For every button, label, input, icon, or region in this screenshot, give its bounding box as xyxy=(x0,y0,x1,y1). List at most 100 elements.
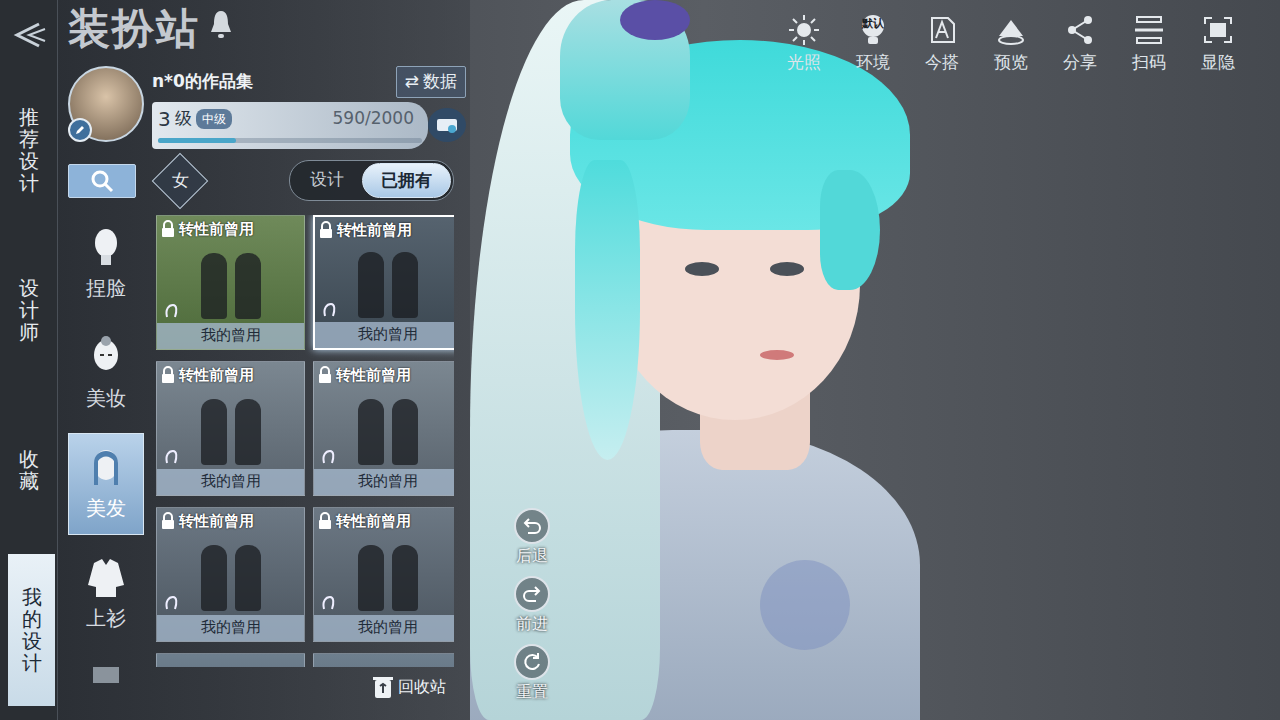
gender-filter[interactable]: 女 xyxy=(152,152,209,209)
search-button[interactable] xyxy=(68,164,136,198)
preview-icon[interactable] xyxy=(995,14,1027,46)
design-card[interactable] xyxy=(313,653,454,667)
category-item[interactable]: 美发 xyxy=(68,433,144,535)
redo-icon[interactable] xyxy=(514,576,550,612)
category-label[interactable]: 美发 xyxy=(86,493,126,523)
recycle-icon[interactable] xyxy=(372,675,394,699)
preview-figure xyxy=(392,252,418,318)
design-card[interactable]: 转性前曾用我的曾用 xyxy=(156,215,305,350)
card-preview xyxy=(315,243,454,322)
history-button[interactable]: 后退 xyxy=(514,508,550,568)
toolbar-button[interactable]: 光照 xyxy=(769,14,838,76)
nav-item[interactable]: 设计师 xyxy=(0,234,57,386)
category-item-peek[interactable] xyxy=(68,653,144,683)
toolbar-label[interactable]: 扫码 xyxy=(1132,50,1166,76)
toolbar-button[interactable]: 预览 xyxy=(976,14,1045,76)
history-label[interactable]: 前进 xyxy=(516,612,548,636)
environment-icon[interactable]: 默认 xyxy=(857,14,889,46)
category-item[interactable]: 美妆 xyxy=(68,323,144,425)
history-label[interactable]: 后退 xyxy=(516,544,548,568)
toolbar-label[interactable]: 显隐 xyxy=(1201,50,1235,76)
gender-label[interactable]: 女 xyxy=(172,168,189,194)
card-preview xyxy=(157,388,304,469)
back-icon[interactable] xyxy=(9,20,49,50)
preview-figure xyxy=(358,545,384,611)
bell-icon[interactable] xyxy=(208,8,234,40)
share-icon[interactable] xyxy=(1064,14,1096,46)
card-badge: 转性前曾用 xyxy=(314,508,454,535)
design-card[interactable] xyxy=(156,653,305,667)
outfit-icon[interactable] xyxy=(926,14,958,46)
toolbar-button[interactable]: 分享 xyxy=(1045,14,1114,76)
light-icon[interactable] xyxy=(788,14,820,46)
category-item[interactable]: 捏脸 xyxy=(68,213,144,315)
design-card[interactable]: 转性前曾用我的曾用 xyxy=(313,361,454,496)
swap-icon[interactable]: ⇄ xyxy=(405,69,419,95)
preview-figure xyxy=(358,399,384,465)
reward-icon[interactable] xyxy=(436,116,458,134)
nav-label[interactable]: 设计师 xyxy=(19,277,39,343)
toggle-option[interactable]: 设计 xyxy=(292,163,362,199)
nav-label[interactable]: 收藏 xyxy=(19,448,39,492)
preview-stage[interactable]: 光照默认环境今搭预览分享扫码显隐后退前进重置 xyxy=(470,0,1280,720)
visibility-icon[interactable] xyxy=(1202,14,1234,46)
toolbar-label[interactable]: 今搭 xyxy=(925,50,959,76)
search-icon[interactable] xyxy=(90,169,114,193)
head-icon[interactable] xyxy=(84,445,128,489)
head-icon[interactable] xyxy=(84,555,128,599)
toolbar-button[interactable]: 扫码 xyxy=(1114,14,1183,76)
avatar[interactable] xyxy=(68,66,144,142)
toolbar-label[interactable]: 光照 xyxy=(787,50,821,76)
recycle-label[interactable]: 回收站 xyxy=(398,675,446,699)
category-peek-icon[interactable] xyxy=(91,653,121,683)
card-grid: 转性前曾用我的曾用转性前曾用我的曾用转性前曾用我的曾用转性前曾用我的曾用转性前曾… xyxy=(156,215,454,667)
head-icon[interactable] xyxy=(84,225,128,269)
reset-icon[interactable] xyxy=(514,644,550,680)
preview-figure xyxy=(392,399,418,465)
lock-icon xyxy=(318,366,332,384)
toolbar-button[interactable]: 今搭 xyxy=(907,14,976,76)
design-card[interactable]: 转性前曾用我的曾用 xyxy=(156,507,305,642)
toolbar-label[interactable]: 环境 xyxy=(856,50,890,76)
category-item[interactable]: 上衫 xyxy=(68,543,144,645)
toolbar-label[interactable]: 分享 xyxy=(1063,50,1097,76)
design-card[interactable]: 转性前曾用我的曾用 xyxy=(313,507,454,642)
edit-icon[interactable] xyxy=(68,118,92,142)
nav-item[interactable]: 我的设计 xyxy=(8,554,55,706)
toolbar-label[interactable]: 预览 xyxy=(994,50,1028,76)
card-caption: 我的曾用 xyxy=(314,615,454,641)
recycle-bin[interactable]: 回收站 xyxy=(156,667,454,707)
scan-icon[interactable] xyxy=(1133,14,1165,46)
nav-item[interactable]: 收藏 xyxy=(0,394,57,546)
data-label[interactable]: 数据 xyxy=(423,69,457,95)
history-button[interactable]: 前进 xyxy=(514,576,550,636)
undo-icon[interactable] xyxy=(514,508,550,544)
toolbar-button[interactable]: 默认环境 xyxy=(838,14,907,76)
design-card[interactable]: 转性前曾用我的曾用 xyxy=(313,215,454,350)
preview-figure xyxy=(235,253,261,319)
exp-track xyxy=(158,138,422,143)
reward-button[interactable] xyxy=(428,108,466,142)
design-card[interactable]: 转性前曾用我的曾用 xyxy=(156,361,305,496)
nav-label[interactable]: 推荐设计 xyxy=(19,106,39,194)
back-button[interactable] xyxy=(0,0,57,70)
category-column: 捏脸美妆美发上衫 xyxy=(68,157,144,707)
figure-part xyxy=(820,170,880,290)
head-icon[interactable] xyxy=(84,335,128,379)
data-button[interactable]: ⇄数据 xyxy=(396,66,466,98)
category-label[interactable]: 捏脸 xyxy=(86,273,126,303)
nav-item[interactable]: 推荐设计 xyxy=(0,74,57,226)
toggle-option[interactable]: 已拥有 xyxy=(362,163,451,199)
figure-part xyxy=(760,560,850,650)
toolbar-button[interactable]: 显隐 xyxy=(1183,14,1252,76)
preview-figure xyxy=(358,252,384,318)
category-label[interactable]: 上衫 xyxy=(86,603,126,633)
history-label[interactable]: 重置 xyxy=(516,680,548,704)
card-badge: 转性前曾用 xyxy=(157,508,304,535)
figure-part xyxy=(685,262,719,276)
category-label[interactable]: 美妆 xyxy=(86,383,126,413)
owned-toggle[interactable]: 设计已拥有 xyxy=(289,160,454,202)
nav-label[interactable]: 我的设计 xyxy=(22,586,42,674)
history-button[interactable]: 重置 xyxy=(514,644,550,704)
icon-text[interactable]: 默认 xyxy=(857,18,889,29)
